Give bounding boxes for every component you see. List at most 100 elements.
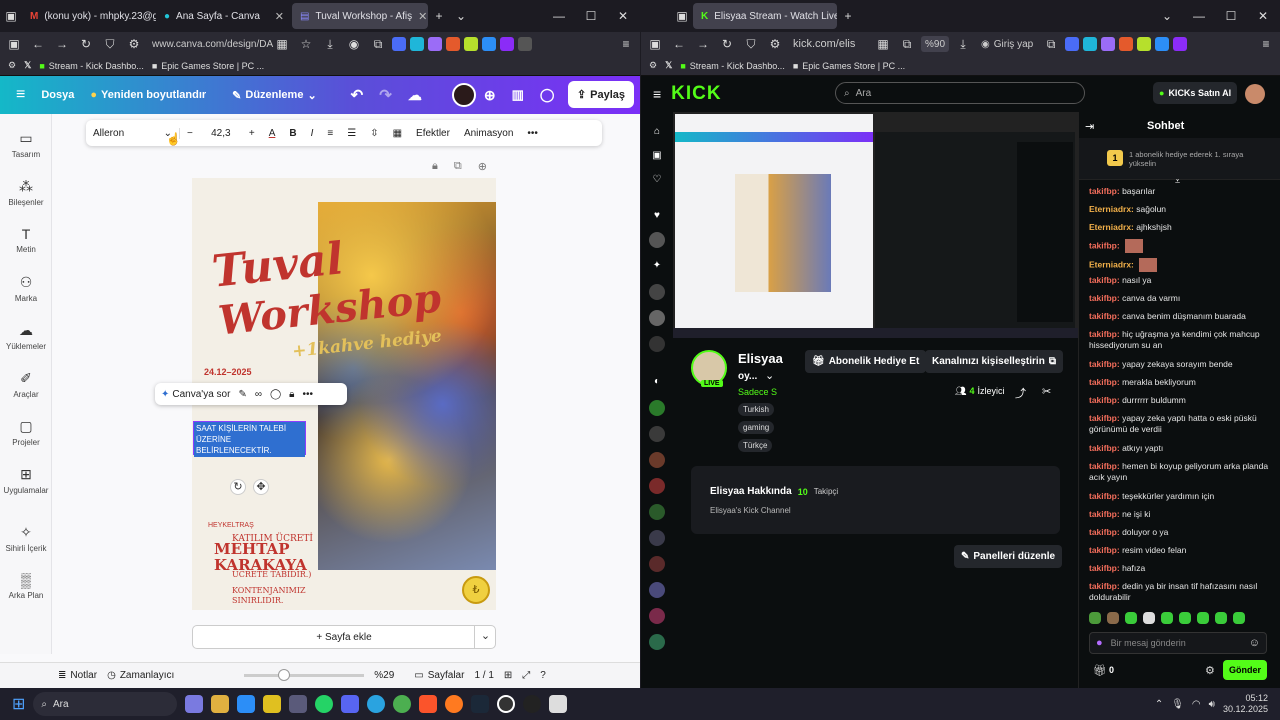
lock-icon[interactable]: 🔒︎	[289, 389, 294, 400]
poster-lower-1[interactable]: HEYKELTRAŞ	[208, 522, 254, 529]
canva-ai-button[interactable]: ✦ Canva'ya sor	[161, 389, 230, 400]
download-icon[interactable]: ⤓	[953, 37, 973, 52]
chrome-icon[interactable]	[393, 695, 412, 713]
lock-icon[interactable]: 🔒︎	[432, 160, 438, 173]
extension-icon[interactable]	[1173, 37, 1188, 51]
maximize-icon[interactable]: ☐	[1220, 9, 1242, 23]
kick-logo[interactable]: KICK	[671, 83, 721, 105]
channel-avatar[interactable]	[649, 504, 665, 520]
minimize-icon[interactable]: —	[1188, 9, 1210, 23]
share-button[interactable]: ⇪ Paylaş	[568, 81, 634, 108]
list-icon[interactable]: ☰	[340, 128, 363, 139]
back-icon[interactable]: ←	[669, 37, 689, 51]
chat-username[interactable]: takifbp:	[1089, 509, 1120, 519]
sidebar-toggle-icon[interactable]: ▣	[645, 37, 665, 51]
sidebar-toggle-icon[interactable]: ▣	[4, 37, 24, 51]
notepad-icon[interactable]	[549, 695, 568, 713]
selected-text[interactable]: SAAT KİŞİLERİN TALEBİ ÜZERİNE BELİRLENEC…	[194, 422, 305, 457]
move-handle-icon[interactable]: ✥	[253, 479, 269, 495]
telegram-icon[interactable]	[367, 695, 386, 713]
browse-icon[interactable]: ▣	[649, 148, 665, 164]
sidebar-item-design[interactable]: ▭ Tasarım	[0, 130, 52, 159]
stream-category[interactable]: Sadece S	[738, 387, 777, 397]
shield-icon[interactable]: ⛉	[100, 37, 120, 52]
emote-icon[interactable]	[1089, 612, 1101, 624]
extension-icon[interactable]	[1083, 37, 1098, 51]
sidebar-item-background[interactable]: ▒ Arka Plan	[0, 572, 52, 600]
site-info-icon[interactable]: ⚙	[124, 37, 144, 51]
brave-icon[interactable]	[419, 695, 438, 713]
customize-channel-button[interactable]: Kanalınızı kişiselleştirin ⧉	[925, 350, 1063, 373]
increase-size-icon[interactable]: +	[242, 128, 262, 139]
reload-icon[interactable]: ↻	[717, 37, 737, 51]
transparency-icon[interactable]: ▦	[386, 128, 409, 139]
close-icon[interactable]: ✕	[275, 10, 284, 23]
extension-icon[interactable]	[482, 37, 496, 51]
redo-icon[interactable]: ↷	[371, 86, 400, 104]
x-icon[interactable]: 𝕏	[665, 60, 672, 71]
bookmark-item[interactable]: ■ Stream - Kick Dashbo...	[39, 61, 143, 71]
collapse-chat-icon[interactable]: ⇥	[1085, 120, 1094, 133]
pages-button[interactable]: ▭ Sayfalar	[414, 670, 464, 681]
timer-button[interactable]: ◷ Zamanlayıcı	[107, 670, 174, 681]
chat-username[interactable]: Eterniadrx:	[1089, 259, 1134, 269]
forward-icon[interactable]: →	[693, 37, 713, 51]
channel-avatar[interactable]	[649, 284, 665, 300]
channel-avatar[interactable]	[649, 530, 665, 546]
add-page-icon[interactable]: ⊕	[478, 160, 487, 173]
menu-icon[interactable]: ≡	[653, 86, 661, 102]
new-tab-icon[interactable]: +	[428, 9, 450, 23]
chat-input[interactable]: ● Bir mesaj gönderin ☺	[1089, 632, 1267, 654]
edge-icon[interactable]	[237, 695, 256, 713]
gear-icon[interactable]: ⚙	[649, 60, 657, 71]
extension-icon[interactable]	[518, 37, 532, 51]
italic-icon[interactable]: I	[304, 128, 321, 139]
chat-username[interactable]: takifbp:	[1089, 275, 1120, 285]
animation-button[interactable]: Animasyon	[457, 128, 520, 139]
channel-name[interactable]: Elisyaa	[738, 351, 783, 366]
tab-canva-design[interactable]: ▤ Tuval Workshop - Afiş ✕	[292, 3, 428, 29]
emoji-icon[interactable]: ☺	[1249, 637, 1260, 649]
channel-avatar[interactable]	[649, 608, 665, 624]
new-tab-icon[interactable]: +	[837, 9, 859, 23]
more-icon[interactable]: •••	[520, 128, 545, 139]
chat-username[interactable]: takifbp:	[1089, 186, 1120, 196]
extension-icon[interactable]	[1119, 37, 1134, 51]
extensions-icon[interactable]: ⧉	[1041, 37, 1061, 52]
shield-icon[interactable]: ⛉	[741, 37, 761, 52]
comment-icon[interactable]: ◯	[270, 389, 281, 400]
bookmark-item[interactable]: ■ Stream - Kick Dashbo...	[680, 61, 784, 71]
chevron-down-icon[interactable]: ⌄	[450, 9, 472, 23]
close-window-icon[interactable]: ✕	[612, 9, 634, 23]
avatar[interactable]	[1245, 84, 1265, 104]
pip-icon[interactable]: ⧉	[897, 37, 917, 52]
cloud-sync-icon[interactable]: ☁	[400, 87, 430, 104]
taskbar-search[interactable]: ⌕ Ara	[33, 692, 178, 716]
decrease-size-icon[interactable]: −	[180, 128, 200, 139]
emote-icon[interactable]	[1143, 612, 1155, 624]
tray-chevron-icon[interactable]: ⌃	[1155, 699, 1163, 710]
firefox-icon[interactable]	[445, 695, 464, 713]
file-menu[interactable]: Dosya	[33, 89, 82, 101]
avatar[interactable]	[451, 83, 476, 107]
whatsapp-icon[interactable]	[315, 695, 334, 713]
following-icon[interactable]: ♡	[649, 172, 665, 188]
settings-icon[interactable]: ⚙	[1205, 664, 1215, 677]
tag-chip[interactable]: Turkish	[738, 403, 774, 416]
emote-icon[interactable]	[1215, 612, 1227, 624]
sidebar-item-uploads[interactable]: ☁ Yüklemeler	[0, 322, 52, 351]
extensions-icon[interactable]: ⧉	[368, 37, 388, 52]
align-icon[interactable]: ≡	[320, 128, 340, 139]
channel-avatar[interactable]	[649, 556, 665, 572]
magic-write-icon[interactable]: ✎	[238, 389, 246, 400]
gift-sub-button[interactable]: 🎁︎ Abonelik Hediye Et	[805, 350, 927, 373]
extension-icon[interactable]	[1065, 37, 1080, 51]
heart-icon[interactable]: ♥	[649, 208, 665, 224]
zoom-value[interactable]: %29	[374, 670, 394, 681]
channel-avatar[interactable]	[649, 582, 665, 598]
home-icon[interactable]: ⌂	[649, 124, 665, 140]
poster-date[interactable]: 24.12–2025	[204, 367, 252, 377]
chat-username[interactable]: takifbp:	[1089, 563, 1120, 573]
url-field[interactable]: kick.com/elis	[789, 34, 869, 54]
discord-icon[interactable]	[341, 695, 360, 713]
